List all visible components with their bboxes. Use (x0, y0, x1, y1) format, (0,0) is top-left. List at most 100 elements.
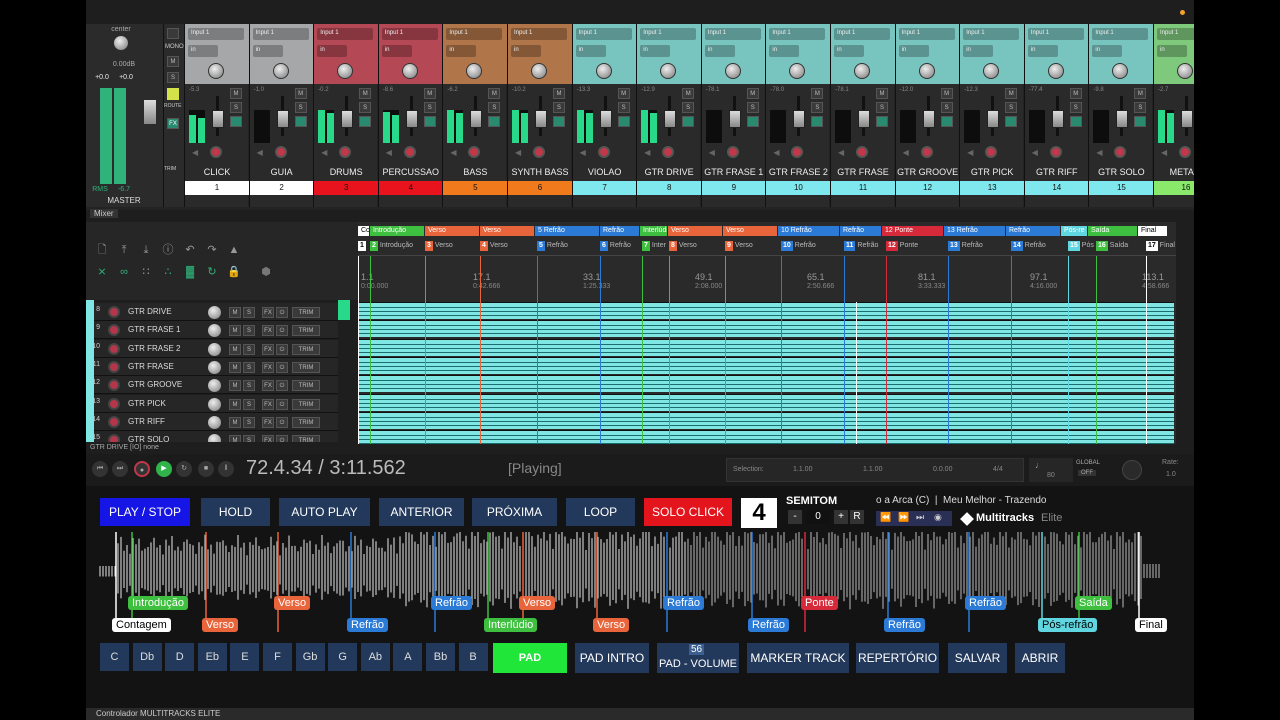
input-mode[interactable]: in (640, 45, 671, 57)
volume-fader[interactable] (1116, 96, 1129, 136)
fx-button[interactable] (230, 116, 242, 127)
selection-start[interactable]: 1.1.00 (793, 466, 812, 473)
track-row[interactable]: 13 GTR PICK M S FX ⏻ TRIM (86, 394, 338, 413)
solo-button[interactable]: S (1005, 102, 1018, 113)
fader-handle[interactable] (858, 110, 870, 128)
record-arm-button[interactable] (339, 146, 352, 158)
stop-icon[interactable]: ■ (198, 461, 214, 477)
input-mode[interactable]: in (446, 45, 477, 57)
input-select[interactable]: Input 1 (640, 28, 697, 40)
fx-button[interactable] (682, 116, 695, 127)
input-select[interactable]: Input 1 (704, 28, 761, 40)
record-arm-button[interactable] (108, 434, 120, 442)
input-select[interactable]: Input 1 (898, 28, 955, 40)
input-select[interactable]: Input 1 (446, 28, 503, 40)
key-button[interactable]: Ab (360, 643, 390, 671)
volume-fader[interactable] (793, 96, 806, 136)
fx-button[interactable] (1069, 116, 1082, 127)
key-button[interactable]: G (328, 643, 358, 671)
power-button[interactable]: ⏻ (276, 398, 288, 410)
mute-button[interactable]: M (682, 88, 695, 99)
solo-button[interactable]: S (940, 102, 953, 113)
input-mode[interactable]: in (963, 45, 994, 57)
mute-button[interactable]: M (423, 88, 436, 99)
input-select[interactable]: Input 1 (1157, 28, 1194, 40)
mute-button[interactable]: M (876, 88, 888, 99)
semitone-plus-button[interactable]: + (834, 510, 848, 524)
time-signature[interactable]: 4/4 (993, 466, 1003, 473)
solo-button[interactable]: S (243, 398, 255, 410)
input-select[interactable]: Input 1 (252, 28, 309, 40)
record-arm-button[interactable] (662, 146, 675, 158)
input-mode[interactable]: in (1092, 45, 1123, 57)
pan-knob[interactable] (1047, 63, 1064, 79)
trim-button[interactable]: TRIM (292, 380, 320, 392)
solo-button[interactable]: S (746, 102, 759, 113)
repertorio-button[interactable]: REPERTÓRIO (856, 643, 939, 673)
ripple-icon[interactable]: ⨯ (94, 264, 110, 280)
section-label[interactable]: Refrão (965, 596, 1007, 610)
solo-button[interactable]: S (876, 102, 888, 113)
tempo-box[interactable]: ♩ 80 (1029, 458, 1073, 482)
fx-button[interactable] (423, 116, 436, 127)
volume-fader[interactable] (858, 96, 870, 136)
play-icon[interactable]: ▶ (156, 461, 172, 477)
mute-button[interactable]: M (1005, 88, 1018, 99)
pan-knob[interactable] (854, 63, 870, 79)
fader-handle[interactable] (341, 110, 354, 128)
fx-button[interactable] (940, 116, 953, 127)
fx-button[interactable] (746, 116, 759, 127)
fader-handle[interactable] (1116, 110, 1129, 128)
solo-button[interactable]: S (553, 102, 565, 113)
fader-handle[interactable] (922, 110, 935, 128)
power-button[interactable]: ⏻ (276, 325, 288, 337)
key-button[interactable]: Gb (295, 643, 325, 671)
trim-button[interactable]: TRIM (292, 307, 320, 318)
mute-button[interactable]: M (229, 398, 241, 410)
track-row[interactable]: 11 GTR FRASE M S FX ⏻ TRIM (86, 357, 338, 376)
selection-end[interactable]: 1.1.00 (863, 466, 882, 473)
trim-button[interactable]: TRIM (292, 343, 320, 355)
trim-button[interactable]: TRIM (292, 361, 320, 373)
pan-knob[interactable] (272, 63, 289, 79)
master-pan-knob[interactable] (114, 36, 128, 50)
solo-button[interactable]: S (488, 102, 501, 113)
track-row[interactable]: 8 GTR DRIVE M S FX ⏻ TRIM (86, 303, 338, 321)
fader-handle[interactable] (1051, 110, 1064, 128)
input-select[interactable]: Input 1 (317, 28, 374, 40)
record-arm-button[interactable] (108, 306, 120, 318)
power-button[interactable]: ⏻ (276, 343, 288, 355)
solo-button[interactable]: S (811, 102, 824, 113)
volume-knob[interactable] (208, 306, 221, 319)
volume-fader[interactable] (728, 96, 741, 136)
volume-fader[interactable] (987, 96, 1000, 136)
section-label[interactable]: Refrão (663, 596, 705, 610)
input-mode[interactable]: in (1027, 45, 1058, 57)
record-arm-button[interactable] (726, 146, 739, 158)
section-label[interactable]: Verso (274, 596, 311, 610)
section-label[interactable]: Interlúdio (484, 618, 538, 632)
global-off-toggle[interactable]: OFF (1078, 470, 1096, 476)
pan-knob[interactable] (595, 63, 612, 79)
volume-fader[interactable] (1181, 96, 1193, 136)
forward-icon[interactable]: ⏩ (898, 512, 909, 523)
power-button[interactable]: ⏻ (276, 361, 288, 373)
section-label[interactable]: Pós-refrão (1038, 618, 1098, 632)
mute-button[interactable]: M (229, 416, 241, 428)
selection-length[interactable]: 0.0.00 (933, 466, 952, 473)
record-arm-button[interactable] (108, 415, 120, 428)
pan-knob[interactable] (531, 63, 547, 79)
track-row[interactable]: 10 GTR FRASE 2 M S FX ⏻ TRIM (86, 339, 338, 358)
record-dot-icon[interactable]: ◉ (934, 512, 942, 523)
volume-knob[interactable] (208, 434, 221, 442)
mute-button[interactable]: M (229, 343, 241, 355)
loop-button[interactable]: LOOP (566, 498, 635, 526)
cube-icon[interactable]: ⬢ (258, 264, 274, 280)
solo-button[interactable]: S (243, 435, 255, 442)
solo-button[interactable]: S (243, 307, 255, 318)
mute-button[interactable]: M (229, 361, 241, 373)
record-arm-button[interactable] (856, 146, 868, 158)
key-button[interactable]: B (458, 643, 488, 671)
key-button[interactable]: Eb (197, 643, 227, 671)
go-end-icon[interactable]: ⏭ (112, 461, 128, 477)
